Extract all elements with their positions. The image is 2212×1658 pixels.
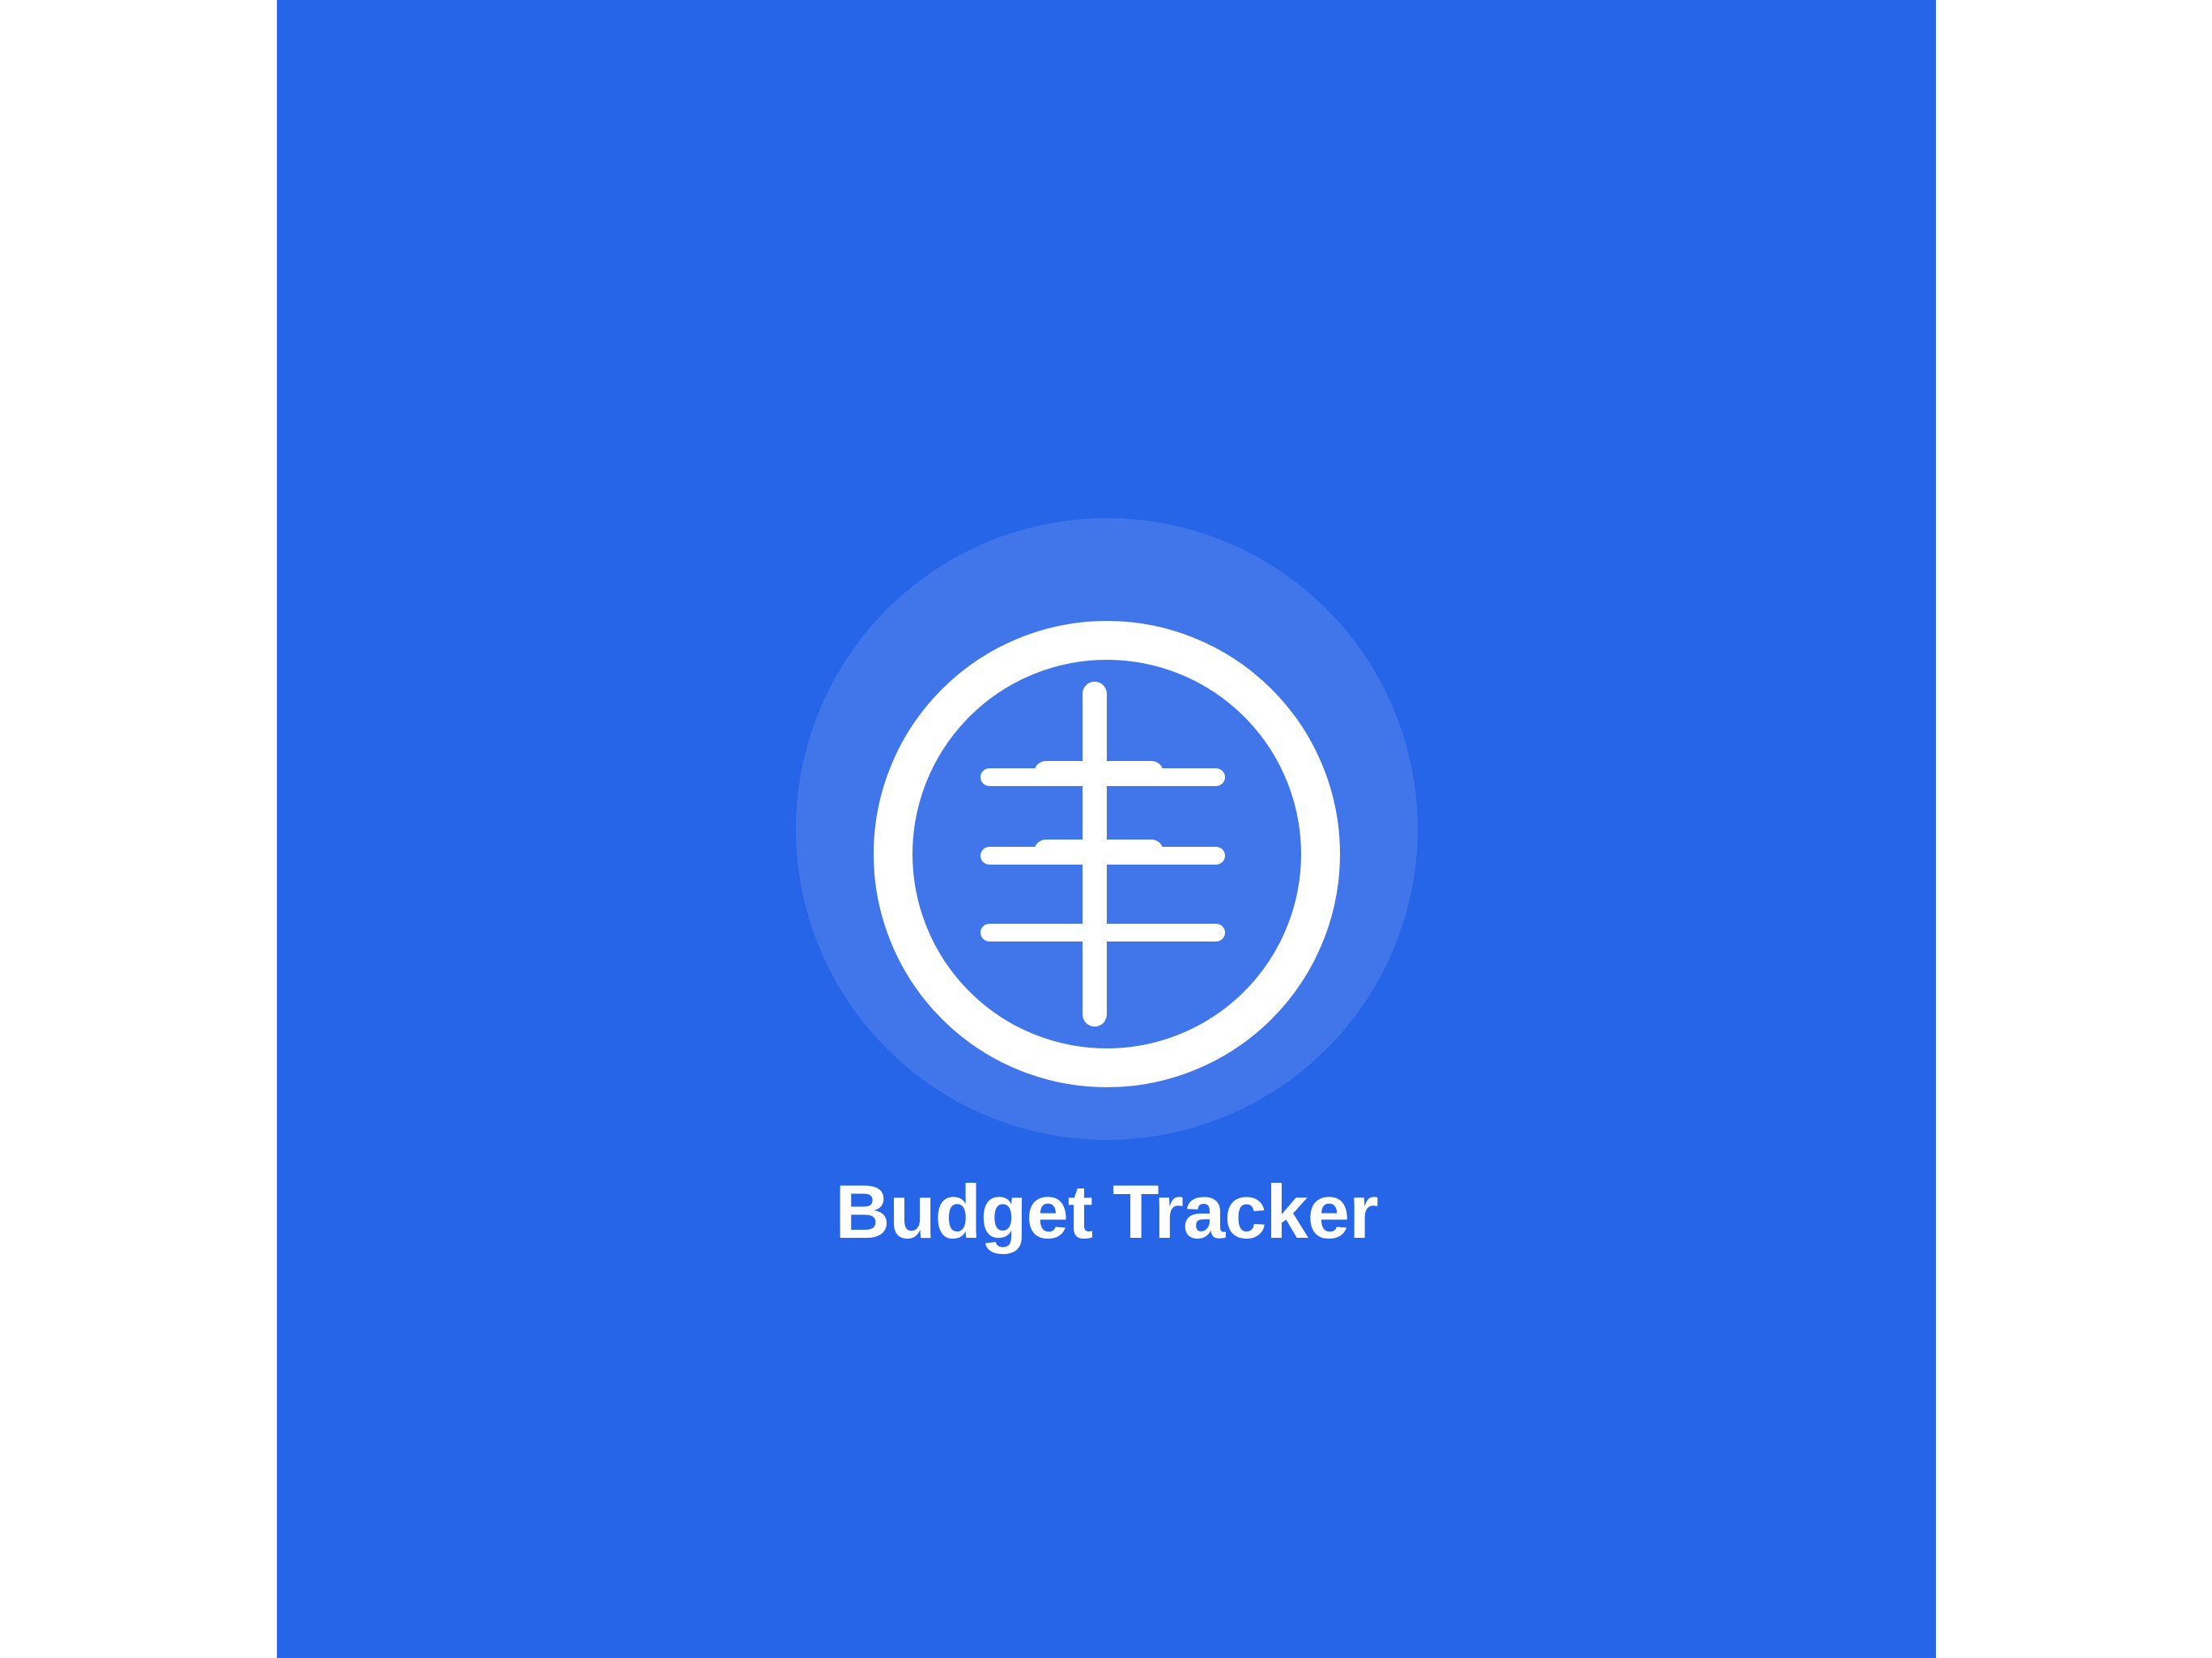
coin-ledger-icon [872, 619, 1342, 1089]
splash-screen: Budget Tracker [277, 0, 1936, 1658]
app-title: Budget Tracker [835, 1169, 1378, 1254]
